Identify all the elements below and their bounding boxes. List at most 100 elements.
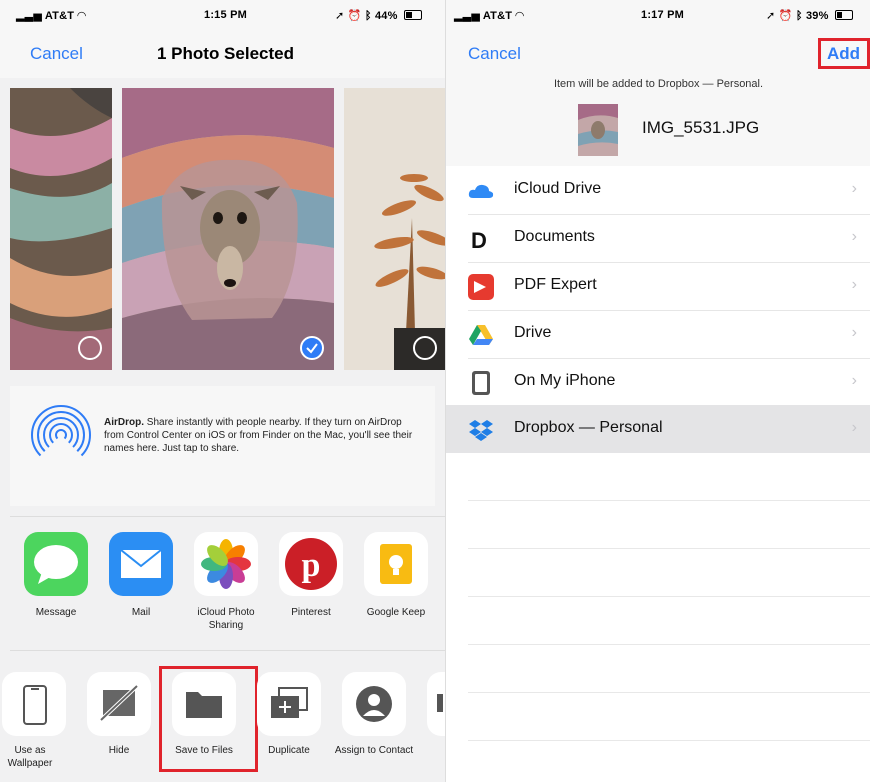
save-to-files-screen: ▂▃▅ AT&T ◠ 1:17 PM ➚ ⏰ ᛒ 39% Cancel Add … bbox=[445, 0, 870, 782]
location-row-dropbox-personal[interactable]: Dropbox — Personal › bbox=[468, 405, 870, 453]
airdrop-description: AirDrop. Share instantly with people nea… bbox=[104, 417, 413, 454]
photo-thumbnail[interactable] bbox=[10, 88, 112, 370]
wifi-icon: ◠ bbox=[77, 10, 87, 22]
battery-percent: 44% bbox=[374, 10, 398, 22]
duplicate-button[interactable] bbox=[257, 672, 321, 736]
location-label: iCloud Drive bbox=[514, 180, 602, 197]
chevron-right-icon: › bbox=[851, 276, 857, 293]
photos-flower-icon bbox=[201, 539, 251, 589]
action-label: Assign to Contact bbox=[334, 745, 414, 756]
location-row-drive[interactable]: Drive › bbox=[468, 310, 870, 359]
google-drive-icon bbox=[469, 325, 493, 345]
photo-image bbox=[344, 88, 445, 370]
location-row-on-my-iphone[interactable]: On My iPhone › bbox=[468, 358, 870, 407]
file-thumbnail bbox=[578, 104, 618, 156]
alarm-icon: ⏰ bbox=[778, 10, 793, 22]
location-label: Documents bbox=[514, 228, 595, 245]
airdrop-icon bbox=[30, 405, 92, 466]
bluetooth-icon: ᛒ bbox=[795, 10, 803, 22]
empty-row-divider bbox=[468, 596, 870, 597]
location-label: PDF Expert bbox=[514, 276, 597, 293]
action-label: Use as Wallpaper bbox=[7, 745, 53, 769]
chevron-right-icon: › bbox=[851, 372, 857, 389]
documents-icon: D bbox=[471, 228, 487, 252]
pinterest-app-button[interactable]: p bbox=[279, 532, 343, 596]
chevron-right-icon: › bbox=[851, 180, 857, 197]
chevron-right-icon: › bbox=[851, 228, 857, 245]
app-label: iCloud Photo Sharing bbox=[197, 607, 255, 631]
hide-photo-icon bbox=[99, 684, 139, 722]
use-as-wallpaper-button[interactable] bbox=[2, 672, 66, 736]
divider bbox=[10, 650, 445, 651]
cancel-button[interactable]: Cancel bbox=[468, 44, 521, 64]
mail-app-button[interactable] bbox=[109, 532, 173, 596]
contact-icon bbox=[356, 686, 392, 722]
photo-selected-checkmark[interactable] bbox=[300, 336, 324, 360]
chevron-right-icon: › bbox=[851, 419, 857, 436]
location-icon: ➚ bbox=[766, 10, 776, 22]
app-label: Google Keep bbox=[366, 607, 426, 618]
location-row-pdf-expert[interactable]: PDF Expert › bbox=[468, 262, 870, 311]
chevron-right-icon: › bbox=[851, 324, 857, 341]
photo-image bbox=[10, 88, 112, 370]
photo-select-circle[interactable] bbox=[413, 336, 437, 360]
divider bbox=[10, 516, 445, 517]
iphone-icon bbox=[472, 371, 490, 395]
page-title: 1 Photo Selected bbox=[157, 44, 294, 63]
empty-row-divider bbox=[468, 548, 870, 549]
empty-row-divider bbox=[468, 500, 870, 501]
more-action-button[interactable] bbox=[427, 672, 445, 736]
partial-action-icon bbox=[437, 694, 443, 712]
app-label: Pinterest bbox=[291, 607, 331, 618]
save-to-files-highlight bbox=[159, 666, 258, 772]
destination-notice: Item will be added to Dropbox — Personal… bbox=[553, 78, 764, 90]
message-bubble-icon bbox=[34, 545, 78, 584]
location-row-documents[interactable]: D Documents › bbox=[468, 214, 870, 263]
assign-to-contact-button[interactable] bbox=[342, 672, 406, 736]
envelope-icon bbox=[120, 549, 162, 578]
cancel-button[interactable]: Cancel bbox=[30, 44, 83, 64]
carrier-label: AT&T bbox=[482, 10, 513, 22]
action-label: Hide bbox=[108, 745, 130, 756]
file-name: IMG_5531.JPG bbox=[642, 118, 760, 137]
phone-outline-icon bbox=[23, 685, 47, 725]
svg-text:D: D bbox=[471, 228, 487, 252]
location-label: Drive bbox=[514, 324, 552, 341]
google-keep-icon bbox=[380, 544, 412, 584]
signal-icon: ▂▃▅ bbox=[454, 10, 480, 22]
messages-app-button[interactable] bbox=[24, 532, 88, 596]
icloud-photo-sharing-button[interactable] bbox=[194, 532, 258, 596]
photo-image bbox=[122, 88, 334, 370]
battery-icon bbox=[834, 10, 853, 20]
duplicate-icon bbox=[271, 687, 308, 718]
photo-thumbnail-selected[interactable] bbox=[122, 88, 334, 370]
hide-button[interactable] bbox=[87, 672, 151, 736]
location-row-icloud-drive[interactable]: iCloud Drive › bbox=[468, 166, 870, 215]
google-keep-app-button[interactable] bbox=[364, 532, 428, 596]
app-label: Message bbox=[35, 607, 77, 618]
location-icon: ➚ bbox=[335, 10, 345, 22]
svg-text:p: p bbox=[302, 547, 321, 584]
pinterest-icon: p bbox=[285, 538, 337, 590]
battery-percent: 39% bbox=[805, 10, 829, 22]
photo-select-circle[interactable] bbox=[78, 336, 102, 360]
action-label: Duplicate bbox=[268, 745, 310, 756]
share-sheet-screen: ▂▃▅ AT&T ◠ 1:15 PM ➚ ⏰ ᛒ 44% Cancel 1 Ph… bbox=[0, 0, 445, 782]
add-button-highlight bbox=[818, 38, 870, 69]
empty-row-divider bbox=[468, 692, 870, 693]
signal-icon: ▂▃▅ bbox=[16, 10, 42, 22]
photo-thumbnail[interactable] bbox=[344, 88, 445, 370]
app-label: Mail bbox=[131, 607, 151, 618]
carrier-label: AT&T bbox=[44, 10, 75, 22]
location-label: On My iPhone bbox=[514, 372, 616, 389]
bluetooth-icon: ᛒ bbox=[364, 10, 372, 22]
icloud-icon bbox=[468, 184, 494, 198]
checkmark-icon bbox=[306, 343, 318, 354]
location-label: Dropbox — Personal bbox=[514, 419, 663, 436]
pdf-expert-icon bbox=[468, 274, 494, 300]
battery-icon bbox=[403, 10, 422, 20]
empty-row-divider bbox=[468, 740, 870, 741]
empty-row-divider bbox=[468, 644, 870, 645]
status-time: 1:17 PM bbox=[641, 9, 684, 21]
status-time: 1:15 PM bbox=[204, 9, 247, 21]
